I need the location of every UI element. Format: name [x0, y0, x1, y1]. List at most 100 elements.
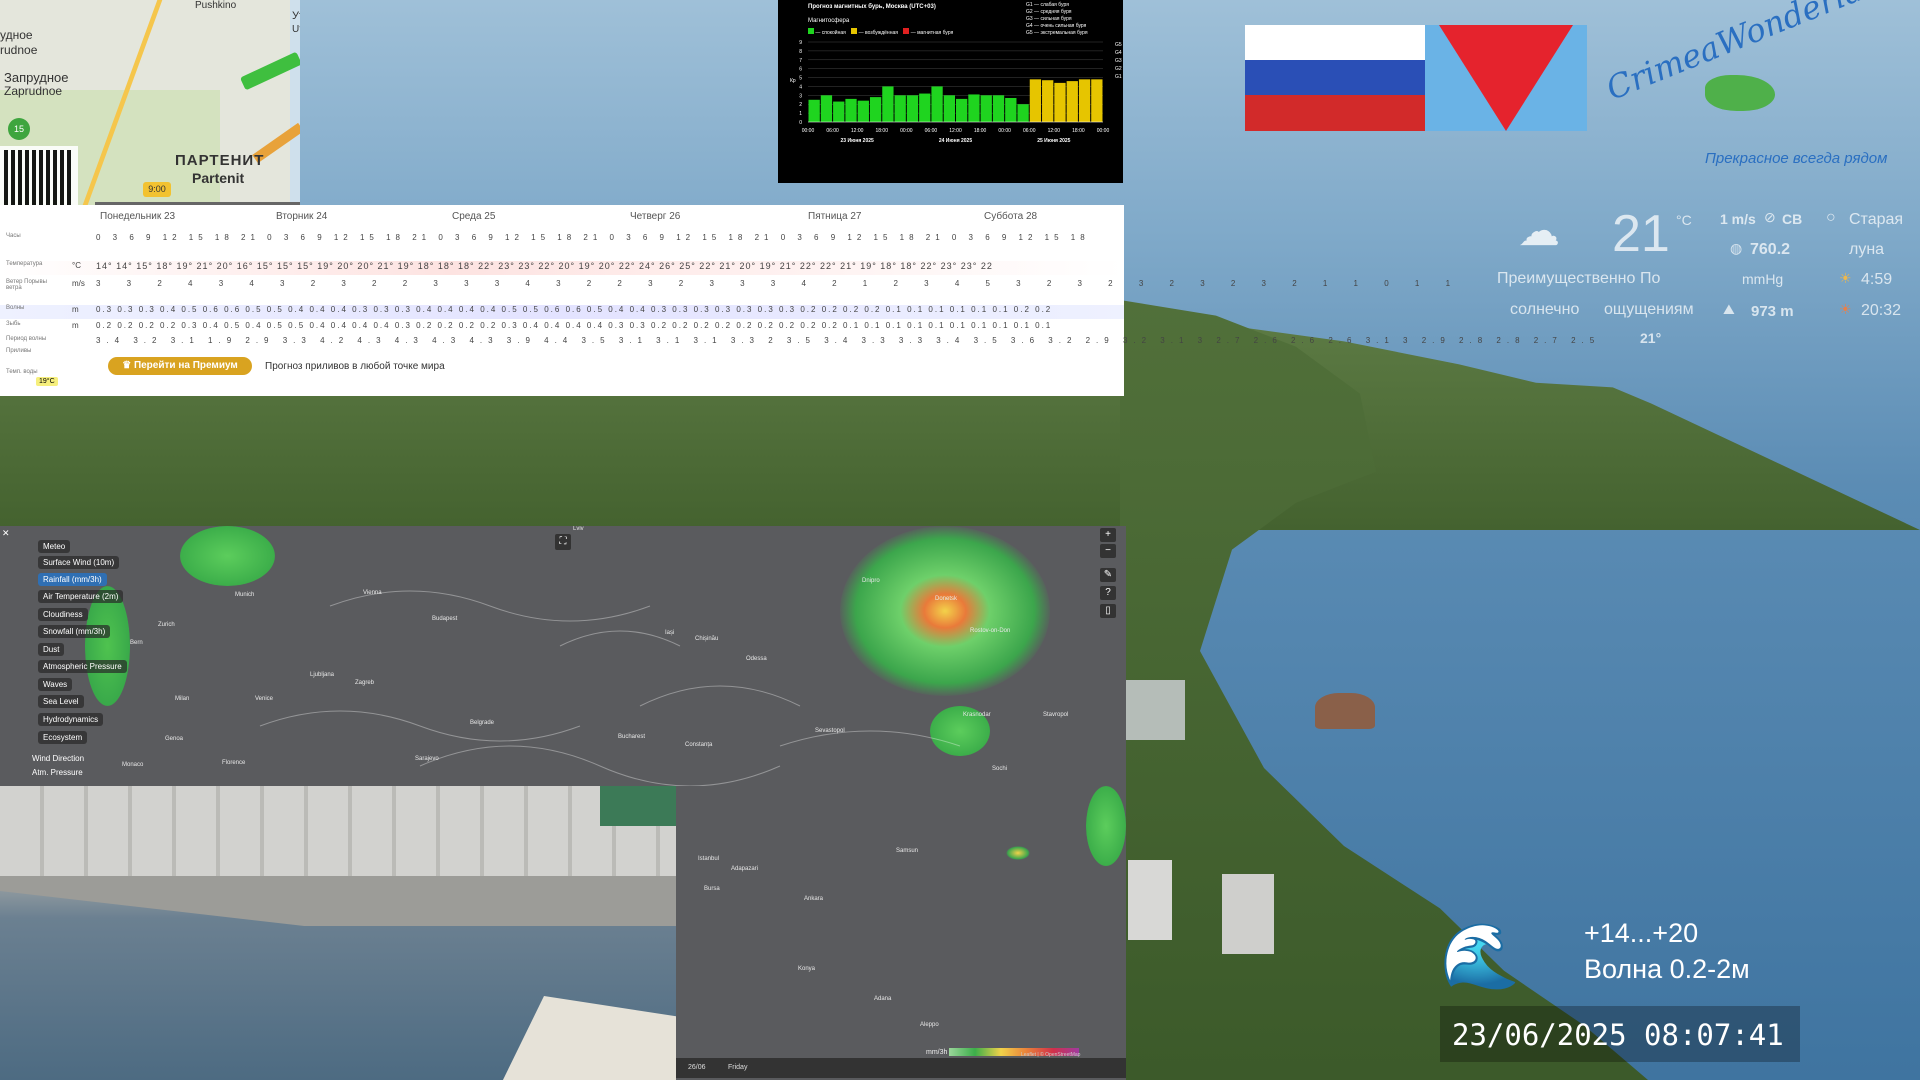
storm-bar [808, 99, 820, 122]
help-button[interactable]: ? [1100, 586, 1116, 600]
city-genoa: Genoa [165, 736, 184, 742]
row-wind-label: Ветер Порывы ветра [6, 279, 47, 291]
menu-snowfall[interactable]: Snowfall (mm/3h) [38, 625, 111, 638]
weather-condition-line1: Преимущественно [1497, 270, 1636, 287]
altitude-value: 973 m [1751, 303, 1794, 320]
storm-levels: G1 — слабая буря G2 — средняя буря G3 — … [1026, 2, 1088, 37]
map-time-badge[interactable]: 9:00 [143, 182, 171, 197]
storm-bar [1005, 98, 1017, 122]
rock-cliff [1315, 693, 1375, 729]
fullscreen-icon[interactable]: ⛶ [555, 534, 571, 550]
city-vienna: Vienna [363, 590, 382, 596]
tower-building-2 [1222, 874, 1274, 954]
menu-ecosystem[interactable]: Ecosystem [38, 731, 88, 744]
storm-y-tick: 2 [799, 102, 802, 108]
timeline-day: Friday [728, 1064, 748, 1071]
map-label-rudnoe-cut: rudnoe [0, 43, 38, 57]
city-ljubljana: Ljubljana [310, 672, 335, 678]
storm-x-tick: 00:00 [998, 128, 1011, 134]
storm-level-g5: G5 — экстремальная буря [1026, 30, 1088, 36]
city-iasi: Iași [665, 630, 675, 636]
city-sevastopol: Sevastopol [815, 728, 845, 734]
city-zagreb: Zagreb [355, 680, 375, 686]
menu-dust[interactable]: Dust [38, 643, 65, 656]
storm-bar [1091, 79, 1103, 122]
toggle-wind-direction[interactable]: Wind Direction [32, 754, 84, 763]
device-button[interactable]: ▯ [1100, 604, 1116, 618]
storm-bar [894, 95, 906, 122]
moon-phase-line1: Старая [1849, 211, 1904, 228]
close-icon[interactable]: ✕ [2, 528, 10, 539]
green-doors [600, 786, 676, 826]
beach-wall [0, 786, 676, 876]
row-temperature-values: 14° 14° 15° 18° 19° 21° 20° 16° 15° 15° … [96, 261, 993, 271]
layers-button[interactable]: ✎ [1100, 568, 1116, 582]
windy-map-lower[interactable]: Samsun Istanbul Adapazari Bursa Ankara K… [676, 786, 1126, 1080]
menu-sea-level[interactable]: Sea Level [38, 695, 84, 708]
storm-bar [906, 95, 919, 122]
row-tides-label: Приливы [6, 348, 32, 354]
storm-x-tick: 18:00 [974, 128, 987, 134]
row-swell-label: Зыбь [6, 321, 21, 327]
storm-bar [857, 100, 869, 122]
map-label-utes-en: Utios [292, 24, 300, 35]
rain-cell-small [1006, 846, 1030, 860]
premium-button[interactable]: ♛ Перейти на Премиум [108, 357, 252, 375]
wind-direction: СВ [1782, 211, 1803, 227]
toggle-atm-pressure[interactable]: Atm. Pressure [32, 768, 83, 777]
storm-bar [931, 86, 943, 122]
menu-air-temperature[interactable]: Air Temperature (2m) [38, 590, 124, 603]
storm-x-tick: 00:00 [900, 128, 913, 134]
legend-storm-swatch [903, 28, 910, 34]
weather-condition-line2: солнечно [1510, 301, 1580, 318]
storm-y-tick: 7 [799, 58, 802, 64]
menu-waves[interactable]: Waves [38, 678, 73, 691]
storm-y-tick: 6 [799, 67, 802, 73]
partly-cloudy-icon: ☁ [1518, 207, 1560, 254]
zoom-out-button[interactable]: − [1100, 544, 1116, 558]
city-konya: Konya [798, 966, 816, 972]
wave-height: Волна 0.2-2м [1584, 954, 1750, 984]
storm-x-tick: 12:00 [851, 128, 864, 134]
storm-g-tick: G1 [1115, 74, 1122, 80]
menu-atmospheric-pressure[interactable]: Atmospheric Pressure [38, 660, 127, 673]
storm-x-tick: 12:00 [949, 128, 962, 134]
day-label-thu: Четверг 26 [630, 211, 681, 222]
menu-cloudiness[interactable]: Cloudiness [38, 608, 88, 621]
city-venice: Venice [255, 696, 274, 702]
menu-meteo[interactable]: Meteo [38, 540, 71, 553]
promo-text[interactable]: Прогноз приливов в любой точке мира [265, 361, 445, 372]
map-panel[interactable]: удное rudnoe Запрудное Zaprudnoe Pushkin… [0, 0, 300, 205]
storm-date-label: 25 Июня 2025 [1037, 138, 1070, 144]
city-istanbul: Istanbul [698, 856, 720, 862]
menu-surface-wind[interactable]: Surface Wind (10m) [38, 556, 120, 569]
storm-bar [882, 86, 894, 122]
map-label-pushkino: Pushkino [195, 0, 237, 11]
row-swell: Зыбь m 0.2 0.2 0.2 0.2 0.3 0.4 0.5 0.4 0… [0, 321, 1124, 335]
slogan: Прекрасное всегда рядом [1705, 150, 1888, 167]
menu-rainfall[interactable]: Rainfall (mm/3h) [38, 573, 107, 586]
storm-bar [980, 95, 992, 122]
current-temp: 21 [1612, 205, 1670, 263]
crimea-map-icon [1705, 75, 1775, 111]
map-zoom-badge[interactable]: 15 [8, 118, 30, 140]
map-label-zaprudnoe-ru: Запрудное [4, 70, 69, 85]
timeline-bar[interactable]: 26/06 Friday [676, 1058, 1126, 1078]
row-swell-unit: m [72, 321, 79, 330]
storm-legend: — спокойная — возбуждённая — магнитная б… [808, 28, 953, 36]
pressure-unit: mmHg [1742, 271, 1784, 287]
row-water-temp-label: Темп. воды [6, 369, 38, 375]
feels-like-line1: По [1640, 270, 1661, 287]
sunset-icon: ☀ [1839, 301, 1852, 317]
map-label-partenit-en: Partenit [192, 170, 245, 186]
storm-date-label: 24 Июня 2025 [939, 138, 972, 144]
zoom-in-button[interactable]: + [1100, 528, 1116, 542]
temp-unit: °C [1676, 212, 1692, 228]
map-attribution[interactable]: Leaflet | © OpenStreetMap [1021, 1052, 1080, 1058]
windy-map-panel[interactable]: Meteo Surface Wind (10m) Rainfall (mm/3h… [0, 526, 1126, 786]
city-samsun: Samsun [896, 848, 919, 854]
beach-umbrella [500, 996, 676, 1080]
row-wind-unit: m/s [72, 279, 85, 288]
menu-hydrodynamics[interactable]: Hydrodynamics [38, 713, 104, 726]
city-zurich: Zurich [158, 622, 175, 628]
